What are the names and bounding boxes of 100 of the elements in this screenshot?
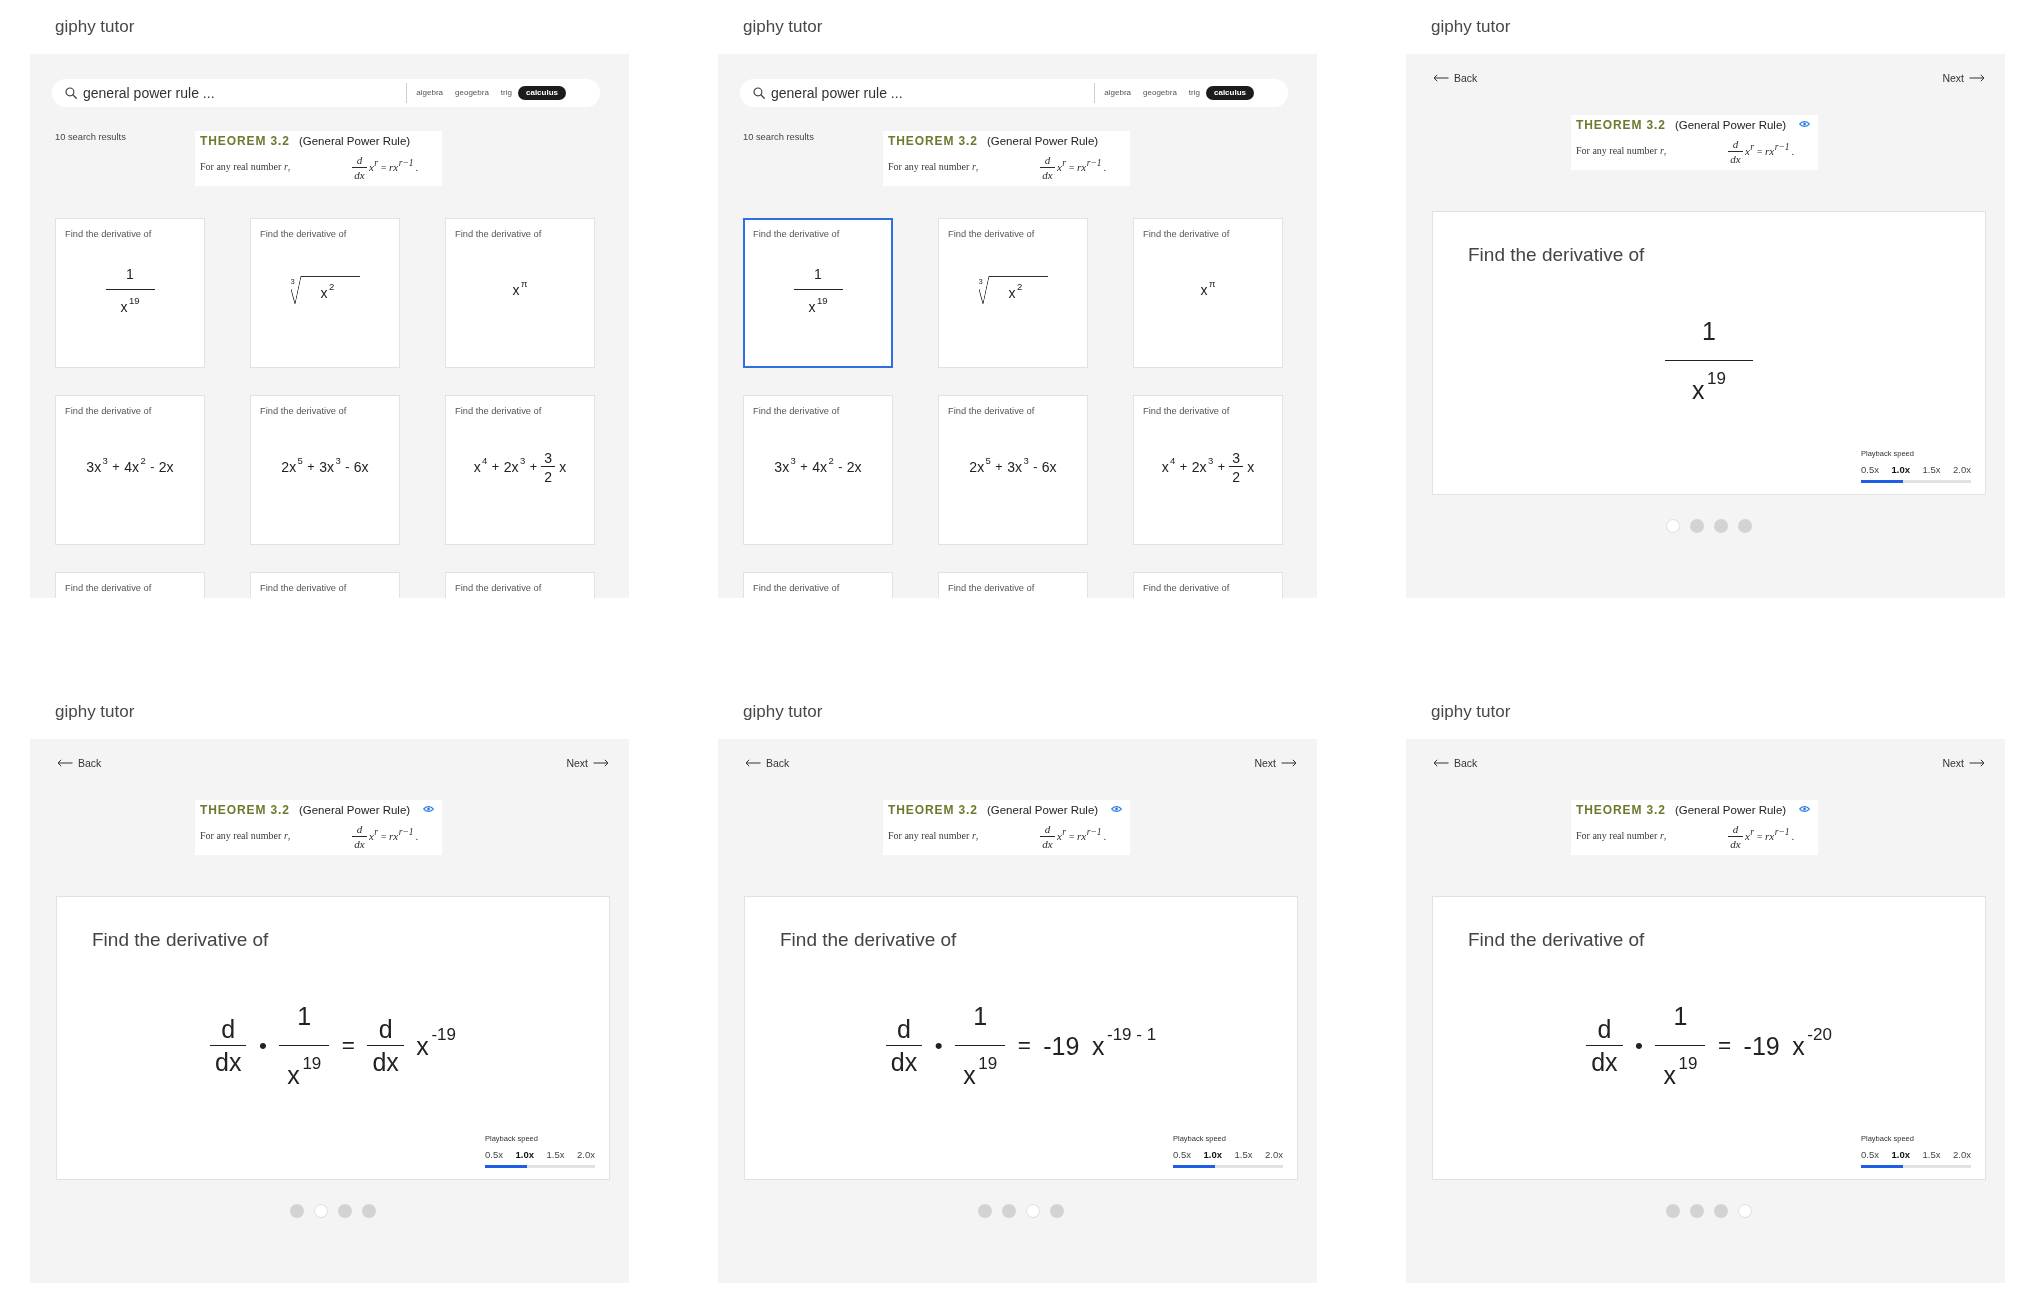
step-dot[interactable] [1714, 1204, 1728, 1218]
next-link[interactable]: Next [1942, 72, 1985, 84]
step-dot[interactable] [1050, 1204, 1064, 1218]
filter-chip[interactable]: algebra [1098, 86, 1138, 100]
speed-option[interactable]: 2.0x [1953, 1148, 1971, 1160]
eye-icon[interactable] [1799, 120, 1810, 128]
speed-option[interactable]: 1.0x [1203, 1148, 1222, 1160]
theorem-statement: For any real number r, [1576, 830, 1668, 842]
problem-card[interactable]: Find the derivative of [743, 572, 893, 598]
theorem-heading: THEOREM 3.2 [200, 803, 290, 817]
back-link[interactable]: Back [745, 757, 790, 769]
step-dot[interactable] [338, 1204, 352, 1218]
speed-option[interactable]: 0.5x [1861, 463, 1879, 475]
step-dot[interactable] [1690, 1204, 1704, 1218]
problem-card[interactable]: Find the derivative of [55, 572, 205, 598]
problem-prompt: Find the derivative of [1468, 244, 1646, 267]
speed-option[interactable]: 2.0x [577, 1148, 595, 1160]
arrow-right-icon [1281, 759, 1297, 767]
filter-chip[interactable]: geogebra [449, 86, 495, 100]
theorem-heading: THEOREM 3.2 [1576, 118, 1666, 132]
search-field[interactable]: general power rule ... [83, 84, 401, 102]
step-dot[interactable] [978, 1204, 992, 1218]
card-prompt: Find the derivative of [753, 583, 841, 595]
arrow-right-icon [593, 759, 609, 767]
app-title: giphy tutor [1431, 702, 1511, 722]
card-prompt: Find the derivative of [1143, 229, 1231, 241]
speed-option[interactable]: 1.5x [1922, 1148, 1941, 1160]
next-link[interactable]: Next [566, 757, 609, 769]
step-dot[interactable] [1666, 519, 1680, 533]
speed-option[interactable]: 0.5x [485, 1148, 503, 1160]
theorem-name: (General Power Rule) [986, 135, 1099, 147]
result-count: 10 search results [54, 132, 127, 142]
step-dot[interactable] [1738, 519, 1752, 533]
speed-slider[interactable] [1173, 1165, 1283, 1168]
arrow-left-icon [1433, 759, 1449, 767]
app-title: giphy tutor [743, 702, 823, 722]
problem-prompt: Find the derivative of [1468, 929, 1646, 952]
filter-chip[interactable]: trig [1182, 86, 1206, 100]
theorem-name: (General Power Rule) [298, 135, 411, 147]
problem-card[interactable]: Find the derivative of [445, 572, 595, 598]
step-dot[interactable] [314, 1204, 328, 1218]
card-prompt: Find the derivative of [260, 229, 348, 241]
app-title: giphy tutor [55, 702, 135, 722]
theorem-statement: For any real number r, [888, 161, 980, 173]
speed-option[interactable]: 0.5x [1173, 1148, 1191, 1160]
problem-card[interactable]: Find the derivative of [250, 572, 400, 598]
speed-option[interactable]: 0.5x [1861, 1148, 1879, 1160]
back-link[interactable]: Back [57, 757, 102, 769]
theorem-heading: THEOREM 3.2 [200, 134, 290, 148]
step-dot[interactable] [1714, 519, 1728, 533]
back-link[interactable]: Back [1433, 72, 1478, 84]
eye-icon[interactable] [423, 805, 434, 813]
search-field[interactable]: general power rule ... [771, 84, 1089, 102]
speed-slider[interactable] [485, 1165, 595, 1168]
speed-slider[interactable] [1861, 1165, 1971, 1168]
theorem-name: (General Power Rule) [1674, 804, 1787, 816]
search-bar[interactable]: general power rule ... algebra geogebra trig calculus [740, 79, 1288, 107]
search-bar[interactable]: general power rule ... algebra geogebra trig calculus [52, 79, 600, 107]
step-dot[interactable] [290, 1204, 304, 1218]
arrow-left-icon [57, 759, 73, 767]
speed-option[interactable]: 1.0x [515, 1148, 534, 1160]
theorem-statement: For any real number r, [200, 161, 292, 173]
speed-option[interactable]: 1.0x [1891, 1148, 1910, 1160]
step-dot[interactable] [1002, 1204, 1016, 1218]
arrow-right-icon [1969, 74, 1985, 82]
speed-option[interactable]: 1.5x [1234, 1148, 1253, 1160]
eye-icon[interactable] [1799, 805, 1810, 813]
card-prompt: Find the derivative of [65, 583, 153, 595]
next-link[interactable]: Next [1942, 757, 1985, 769]
problem-card[interactable]: Find the derivative of [1133, 572, 1283, 598]
filter-chip[interactable]: calculus [1206, 86, 1254, 100]
speed-option[interactable]: 1.5x [546, 1148, 565, 1160]
filter-chip[interactable]: geogebra [1137, 86, 1183, 100]
next-link[interactable]: Next [1254, 757, 1297, 769]
theorem-heading: THEOREM 3.2 [1576, 803, 1666, 817]
speed-slider[interactable] [1861, 480, 1971, 483]
filter-chip[interactable]: calculus [518, 86, 566, 100]
speed-option[interactable]: 1.5x [1922, 463, 1941, 475]
result-count: 10 search results [742, 132, 815, 142]
step-dot[interactable] [1690, 519, 1704, 533]
card-prompt: Find the derivative of [753, 406, 841, 418]
eye-icon[interactable] [1111, 805, 1122, 813]
card-prompt: Find the derivative of [455, 229, 543, 241]
step-dot[interactable] [1738, 1204, 1752, 1218]
step-dot[interactable] [362, 1204, 376, 1218]
speed-option[interactable]: 2.0x [1953, 463, 1971, 475]
speed-option[interactable]: 2.0x [1265, 1148, 1283, 1160]
speed-option[interactable]: 1.0x [1891, 463, 1910, 475]
problem-card[interactable]: Find the derivative of [938, 572, 1088, 598]
filter-chip[interactable]: trig [494, 86, 518, 100]
step-dot[interactable] [1026, 1204, 1040, 1218]
theorem-name: (General Power Rule) [1674, 119, 1787, 131]
arrow-right-icon [1969, 759, 1985, 767]
step-dot[interactable] [1666, 1204, 1680, 1218]
card-prompt: Find the derivative of [65, 406, 153, 418]
search-icon [65, 87, 77, 99]
app-title: giphy tutor [55, 17, 135, 37]
filter-chip[interactable]: algebra [410, 86, 450, 100]
back-link[interactable]: Back [1433, 757, 1478, 769]
theorem-statement: For any real number r, [888, 830, 980, 842]
